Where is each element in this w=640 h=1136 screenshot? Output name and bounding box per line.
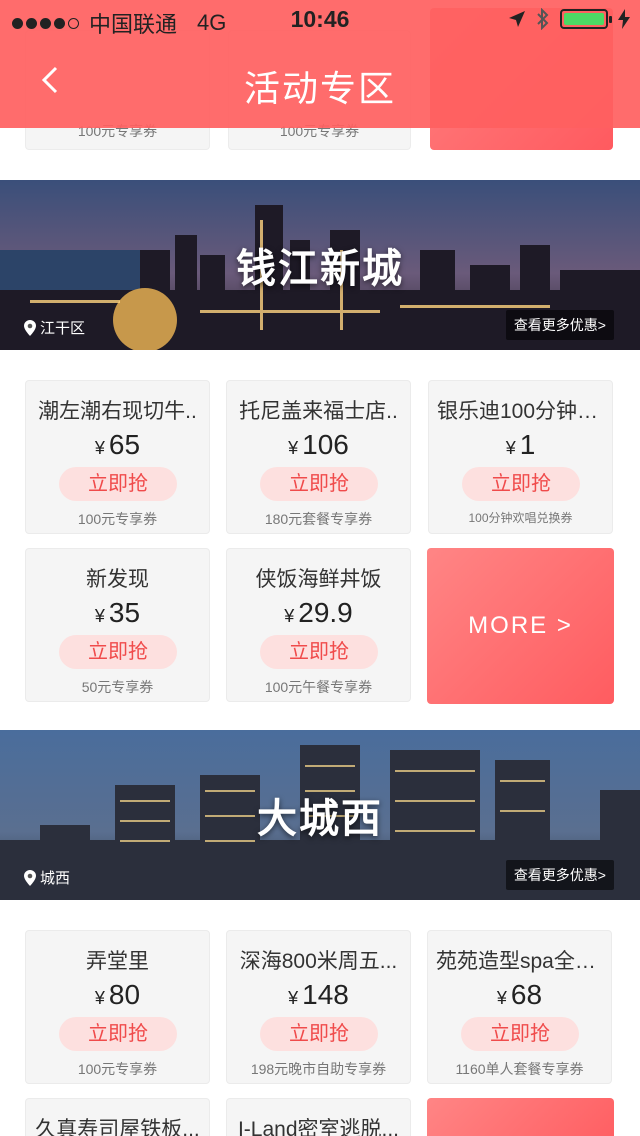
card-price: ¥35 xyxy=(94,597,141,628)
grab-button[interactable]: 立即抢 xyxy=(461,1017,579,1051)
location-pin-icon xyxy=(24,319,36,336)
card-price: ¥148 xyxy=(288,979,349,1010)
card-name: 新发现 xyxy=(86,568,149,591)
card-note: 180元套餐专享券 xyxy=(264,511,373,527)
card-name: I-Land密室逃脱... xyxy=(237,1118,400,1136)
location-label: 城西 xyxy=(40,870,71,887)
area-banner-dachengxi[interactable]: 大城西 城西 查看更多优惠> xyxy=(0,730,640,900)
status-bar: 中国联通 4G 10:46 xyxy=(0,0,640,40)
grab-button[interactable]: 立即抢 xyxy=(260,635,378,669)
card-note: 1160单人套餐专享券 xyxy=(455,1061,584,1077)
location-arrow-icon xyxy=(509,11,525,27)
banner-location: 城西 xyxy=(24,867,70,888)
card-price: ¥65 xyxy=(94,429,141,460)
banner-title: 大城西 xyxy=(257,797,383,841)
battery-icon xyxy=(560,9,612,29)
deal-card[interactable]: 托尼盖来福士店.. ¥106 立即抢 180元套餐专享券 xyxy=(226,380,411,534)
deal-card[interactable]: 深海800米周五... ¥148 立即抢 198元晚市自助专享券 xyxy=(226,930,411,1084)
card-price: ¥80 xyxy=(94,979,141,1010)
card-name: 银乐迪100分钟欢.. xyxy=(437,400,604,423)
grab-button[interactable]: 立即抢 xyxy=(260,1017,378,1051)
deal-card[interactable]: 侠饭海鲜丼饭 ¥29.9 立即抢 100元午餐专享券 xyxy=(226,548,411,702)
location-label: 江干区 xyxy=(40,320,86,337)
card-name: 弄堂里 xyxy=(86,950,149,973)
card-note: 100元专享券 xyxy=(77,511,158,527)
view-more-deals-link[interactable]: 查看更多优惠> xyxy=(505,860,614,890)
more-button[interactable]: MORE > xyxy=(427,548,614,704)
banner-title: 钱江新城 xyxy=(236,247,404,291)
deal-card[interactable]: 久真寿司屋铁板... xyxy=(25,1098,210,1136)
deal-card[interactable]: I-Land密室逃脱... xyxy=(226,1098,411,1136)
card-name: 侠饭海鲜丼饭 xyxy=(255,568,382,591)
charging-icon xyxy=(618,9,630,29)
view-more-deals-link[interactable]: 查看更多优惠> xyxy=(505,310,614,340)
top-bar: 中国联通 4G 10:46 活动专区 xyxy=(0,0,640,128)
card-name: 潮左潮右现切牛.. xyxy=(38,400,197,423)
deal-card[interactable]: 潮左潮右现切牛.. ¥65 立即抢 100元专享券 xyxy=(25,380,210,534)
card-note: 198元晚市自助专享券 xyxy=(250,1061,387,1077)
grab-button[interactable]: 立即抢 xyxy=(59,635,177,669)
card-note: 100分钟欢唱兑换券 xyxy=(468,511,573,525)
grab-button[interactable]: 立即抢 xyxy=(260,467,378,501)
card-note: 50元专享券 xyxy=(81,679,154,695)
card-name: 苑苑造型spa全身... xyxy=(436,950,603,973)
nav-bar: 活动专区 xyxy=(0,40,640,128)
card-price: ¥68 xyxy=(496,979,543,1010)
deal-card[interactable]: 弄堂里 ¥80 立即抢 100元专享券 xyxy=(25,930,210,1084)
deal-card[interactable]: 苑苑造型spa全身... ¥68 立即抢 1160单人套餐专享券 xyxy=(427,930,612,1084)
page-title: 活动专区 xyxy=(243,68,396,109)
card-name: 深海800米周五... xyxy=(239,950,398,973)
card-name: 托尼盖来福士店.. xyxy=(239,400,398,423)
card-note: 100元午餐专享券 xyxy=(264,679,373,695)
bluetooth-icon xyxy=(537,8,549,30)
location-pin-icon xyxy=(24,869,36,886)
card-price: ¥106 xyxy=(288,429,349,460)
grab-button[interactable]: 立即抢 xyxy=(59,467,177,501)
grab-button[interactable]: 立即抢 xyxy=(462,467,580,501)
area-banner-qianjiang[interactable]: 钱江新城 江干区 查看更多优惠> xyxy=(0,180,640,350)
banner-location: 江干区 xyxy=(24,317,85,338)
more-button[interactable] xyxy=(427,1098,614,1136)
card-price: ¥1 xyxy=(505,429,536,460)
deal-card[interactable]: 银乐迪100分钟欢.. ¥1 立即抢 100分钟欢唱兑换券 xyxy=(428,380,613,534)
card-name: 久真寿司屋铁板... xyxy=(35,1118,200,1136)
deal-card[interactable]: 新发现 ¥35 立即抢 50元专享券 xyxy=(25,548,210,702)
grab-button[interactable]: 立即抢 xyxy=(59,1017,177,1051)
card-note: 100元专享券 xyxy=(77,1061,158,1077)
card-price: ¥29.9 xyxy=(284,597,353,628)
